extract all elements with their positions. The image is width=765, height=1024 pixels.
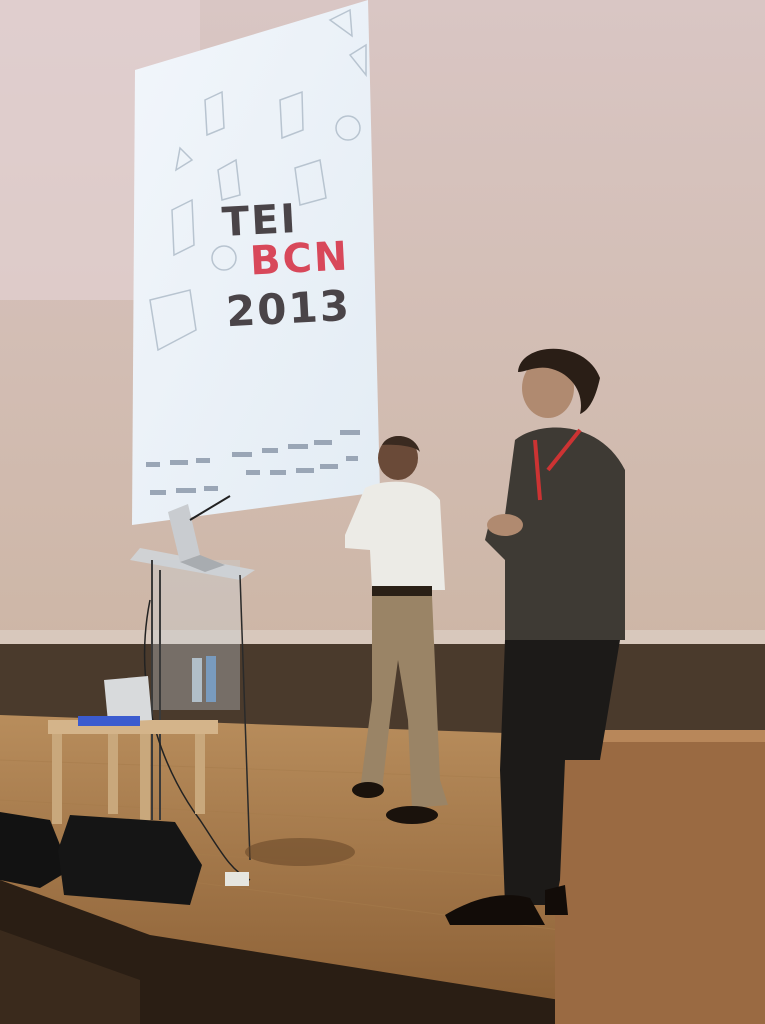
slide-title-year: 2013 [224,280,353,337]
slide-title-line2: BCN [248,233,351,285]
power-adapter [225,872,249,886]
conference-photo: TEI BCN 2013 [0,0,765,1024]
stage-scene [0,0,765,1024]
wooden-lectern [555,730,765,1024]
